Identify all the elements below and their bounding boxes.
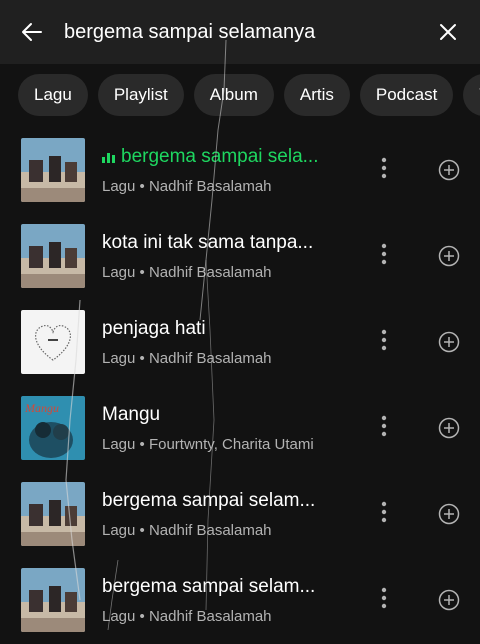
more-vertical-icon <box>381 415 387 437</box>
add-to-library-button[interactable] <box>437 244 461 268</box>
track-title: bergema sampai sela... <box>102 146 362 168</box>
list-item[interactable]: bergema sampai sela... Lagu • Nadhif Bas… <box>0 128 480 214</box>
track-title: bergema sampai selam... <box>102 576 316 597</box>
more-vertical-icon <box>381 501 387 523</box>
more-options-button[interactable] <box>372 582 396 614</box>
album-art-title: Mangu <box>24 401 59 415</box>
clear-search-button[interactable] <box>432 16 464 48</box>
track-title: bergema sampai selam... <box>102 490 316 511</box>
filter-chip-lagu[interactable]: Lagu <box>18 74 88 116</box>
results-list: bergema sampai sela... Lagu • Nadhif Bas… <box>0 128 480 644</box>
album-art: Mangu <box>21 396 85 460</box>
list-item[interactable]: bergema sampai selam... Lagu • Nadhif Ba… <box>0 558 480 644</box>
more-options-button[interactable] <box>372 238 396 270</box>
album-art <box>21 568 85 632</box>
list-item[interactable]: kota ini tak sama tanpa... Lagu • Nadhif… <box>0 214 480 300</box>
back-button[interactable] <box>16 16 48 48</box>
plus-circle-icon <box>438 331 460 353</box>
close-icon <box>440 24 456 40</box>
more-options-button[interactable] <box>372 496 396 528</box>
more-vertical-icon <box>381 243 387 265</box>
track-subtitle: Lagu • Nadhif Basalamah <box>102 350 272 367</box>
album-art <box>21 482 85 546</box>
track-subtitle: Lagu • Nadhif Basalamah <box>102 178 272 195</box>
add-to-library-button[interactable] <box>437 588 461 612</box>
add-to-library-button[interactable] <box>437 158 461 182</box>
track-subtitle: Lagu • Nadhif Basalamah <box>102 608 272 625</box>
plus-circle-icon <box>438 503 460 525</box>
add-to-library-button[interactable] <box>437 330 461 354</box>
list-item[interactable]: bergema sampai selam... Lagu • Nadhif Ba… <box>0 472 480 558</box>
filter-chip-playlist[interactable]: Playlist <box>97 74 184 116</box>
more-options-button[interactable] <box>372 324 396 356</box>
arrow-left-icon <box>22 23 42 41</box>
add-to-library-button[interactable] <box>437 416 461 440</box>
add-to-library-button[interactable] <box>437 502 461 526</box>
more-options-button[interactable] <box>372 152 396 184</box>
track-title: penjaga hati <box>102 318 206 339</box>
filter-chip-artis[interactable]: Artis <box>283 74 350 116</box>
album-art <box>21 138 85 202</box>
filter-chip-album[interactable]: Album <box>193 74 274 116</box>
more-vertical-icon <box>381 157 387 179</box>
plus-circle-icon <box>438 589 460 611</box>
filter-chip-more[interactable]: V <box>463 74 480 116</box>
track-title: kota ini tak sama tanpa... <box>102 232 314 253</box>
plus-circle-icon <box>438 417 460 439</box>
filter-chips: Lagu Playlist Album Artis Podcast V <box>0 64 480 128</box>
search-input[interactable]: bergema sampai selamanya <box>64 21 432 44</box>
plus-circle-icon <box>438 245 460 267</box>
track-subtitle: Lagu • Nadhif Basalamah <box>102 264 272 281</box>
now-playing-icon <box>102 151 115 163</box>
track-subtitle: Lagu • Fourtwnty, Charita Utami <box>102 436 314 453</box>
list-item[interactable]: penjaga hati Lagu • Nadhif Basalamah <box>0 300 480 386</box>
track-title: Mangu <box>102 404 161 425</box>
more-options-button[interactable] <box>372 410 396 442</box>
more-vertical-icon <box>381 329 387 351</box>
filter-chip-podcast[interactable]: Podcast <box>359 74 454 116</box>
album-art <box>21 310 85 374</box>
search-header: bergema sampai selamanya <box>0 0 480 64</box>
list-item[interactable]: Mangu Mangu Lagu • Fourtwnty, Charita Ut… <box>0 386 480 472</box>
album-art <box>21 224 85 288</box>
track-subtitle: Lagu • Nadhif Basalamah <box>102 522 272 539</box>
more-vertical-icon <box>381 587 387 609</box>
plus-circle-icon <box>438 159 460 181</box>
